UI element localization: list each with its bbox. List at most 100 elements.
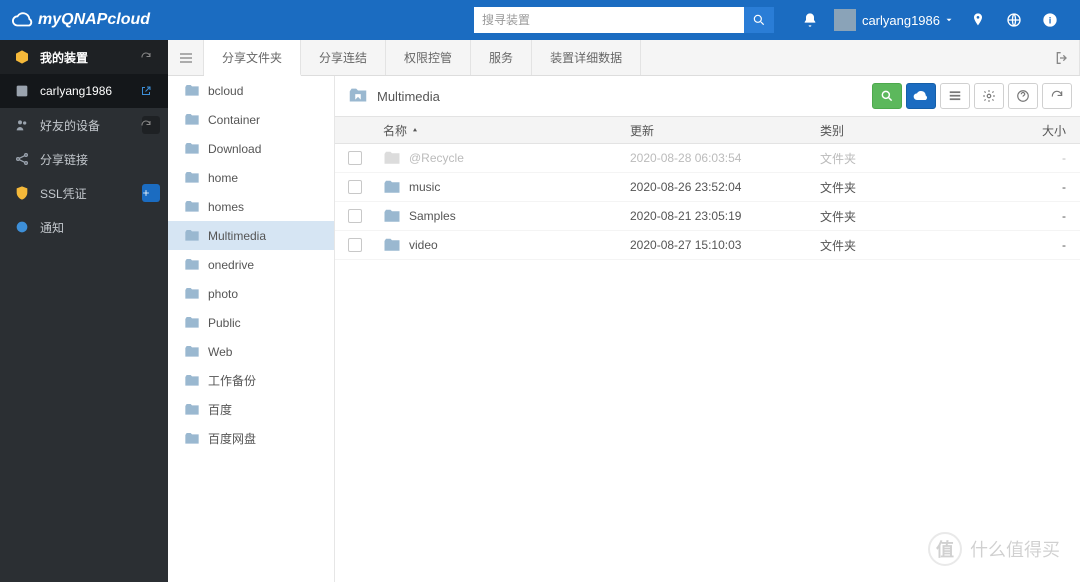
folder-icon <box>383 238 401 253</box>
tree-item-label: 工作备份 <box>208 372 256 389</box>
file-table-body: @Recycle2020-08-28 06:03:54文件夹-music 2020… <box>335 144 1080 260</box>
notify-icon <box>14 219 30 235</box>
tab-device-details[interactable]: 装置详细数据 <box>532 40 641 75</box>
sidebar-item-ssl[interactable]: SSL凭证 <box>0 176 168 210</box>
globe-button[interactable] <box>996 0 1032 40</box>
tree-item[interactable]: Multimedia <box>168 221 334 250</box>
search-box <box>474 7 774 33</box>
tree-item-label: onedrive <box>208 258 254 272</box>
tab-services[interactable]: 服务 <box>471 40 532 75</box>
settings-button[interactable] <box>974 83 1004 109</box>
tree-item[interactable]: Public <box>168 308 334 337</box>
sidebar-item-label: 通知 <box>40 219 64 236</box>
tab-bar: 分享文件夹 分享连结 权限控管 服务 装置详细数据 <box>168 40 1080 76</box>
row-checkbox[interactable] <box>348 209 362 223</box>
sidebar-item-my-devices[interactable]: 我的装置 <box>0 40 168 74</box>
file-name: Samples <box>409 209 456 223</box>
cloud-upload-icon <box>913 88 929 104</box>
file-updated: 2020-08-27 15:10:03 <box>630 238 820 252</box>
column-updated[interactable]: 更新 <box>630 122 820 139</box>
breadcrumb-current: Multimedia <box>377 89 440 104</box>
tree-item[interactable]: Web <box>168 337 334 366</box>
gear-icon <box>982 89 996 103</box>
tree-item[interactable]: bcloud <box>168 76 334 105</box>
help-button[interactable] <box>1008 83 1038 109</box>
refresh-icon[interactable] <box>142 48 160 66</box>
avatar <box>834 9 856 31</box>
table-row[interactable]: video2020-08-27 15:10:03文件夹- <box>335 231 1080 260</box>
tree-item[interactable]: 工作备份 <box>168 366 334 395</box>
logout-button[interactable] <box>1044 40 1080 75</box>
share-icon <box>14 151 30 167</box>
sidebar: 我的装置 carlyang1986 好友的设备 分享链接 SSL凭证 <box>0 40 168 582</box>
tree-item[interactable]: homes <box>168 192 334 221</box>
tree-item[interactable]: onedrive <box>168 250 334 279</box>
search-icon <box>880 89 894 103</box>
list-icon <box>948 89 962 103</box>
refresh-button[interactable] <box>1042 83 1072 109</box>
friends-icon <box>14 117 30 133</box>
search-button[interactable] <box>744 7 774 33</box>
tree-item[interactable]: 百度网盘 <box>168 424 334 453</box>
package-icon <box>14 49 30 65</box>
row-checkbox[interactable] <box>348 151 362 165</box>
user-menu[interactable]: carlyang1986 <box>834 9 954 31</box>
plus-badge-icon[interactable] <box>142 184 160 202</box>
column-size[interactable]: 大小 <box>1020 122 1080 139</box>
hamburger-button[interactable] <box>168 40 204 75</box>
tree-item-label: 百度网盘 <box>208 430 256 447</box>
sidebar-item-label: SSL凭证 <box>40 185 87 202</box>
sidebar-item-share-links[interactable]: 分享链接 <box>0 142 168 176</box>
folder-icon <box>184 113 200 127</box>
info-button[interactable]: i <box>1032 0 1068 40</box>
search-input[interactable] <box>474 7 744 33</box>
sidebar-item-label: carlyang1986 <box>40 84 112 98</box>
tab-shared-links[interactable]: 分享连结 <box>301 40 386 75</box>
table-row[interactable]: music2020-08-26 23:52:04文件夹- <box>335 173 1080 202</box>
refresh-icon[interactable] <box>142 116 160 134</box>
tree-item[interactable]: Download <box>168 134 334 163</box>
notifications-button[interactable] <box>792 0 828 40</box>
tree-item-label: Public <box>208 316 241 330</box>
shield-icon <box>14 185 30 201</box>
folder-icon <box>184 403 200 417</box>
refresh-icon <box>1050 89 1064 103</box>
tree-item-label: Download <box>208 142 261 156</box>
sidebar-item-label: 好友的设备 <box>40 117 100 134</box>
search-folder-button[interactable] <box>872 83 902 109</box>
location-button[interactable] <box>960 0 996 40</box>
user-name-label: carlyang1986 <box>862 13 940 28</box>
tab-shared-folders[interactable]: 分享文件夹 <box>204 40 301 76</box>
upload-button[interactable] <box>906 83 936 109</box>
sidebar-item-notify[interactable]: 通知 <box>0 210 168 244</box>
file-updated: 2020-08-26 23:52:04 <box>630 180 820 194</box>
tree-item[interactable]: Container <box>168 105 334 134</box>
file-name: music <box>409 180 440 194</box>
tree-item-label: Web <box>208 345 232 359</box>
file-updated: 2020-08-21 23:05:19 <box>630 209 820 223</box>
row-checkbox[interactable] <box>348 180 362 194</box>
row-checkbox[interactable] <box>348 238 362 252</box>
home-folder-icon <box>347 85 369 107</box>
table-row[interactable]: @Recycle2020-08-28 06:03:54文件夹- <box>335 144 1080 173</box>
sidebar-item-device[interactable]: carlyang1986 <box>0 74 168 108</box>
table-row[interactable]: Samples2020-08-21 23:05:19文件夹- <box>335 202 1080 231</box>
tree-item-label: Container <box>208 113 260 127</box>
help-icon <box>1016 89 1030 103</box>
hamburger-icon <box>178 50 194 66</box>
folder-icon <box>184 200 200 214</box>
tree-item-label: home <box>208 171 238 185</box>
column-name[interactable]: 名称 <box>375 122 630 139</box>
tree-item[interactable]: home <box>168 163 334 192</box>
folder-icon <box>383 209 401 224</box>
tab-permissions[interactable]: 权限控管 <box>386 40 471 75</box>
external-link-icon[interactable] <box>142 82 160 100</box>
column-type[interactable]: 类别 <box>820 122 1020 139</box>
file-updated: 2020-08-28 06:03:54 <box>630 151 820 165</box>
folder-icon <box>184 171 200 185</box>
sidebar-item-friends[interactable]: 好友的设备 <box>0 108 168 142</box>
tree-item[interactable]: 百度 <box>168 395 334 424</box>
list-view-button[interactable] <box>940 83 970 109</box>
tree-item[interactable]: photo <box>168 279 334 308</box>
toolbar <box>872 83 1072 109</box>
